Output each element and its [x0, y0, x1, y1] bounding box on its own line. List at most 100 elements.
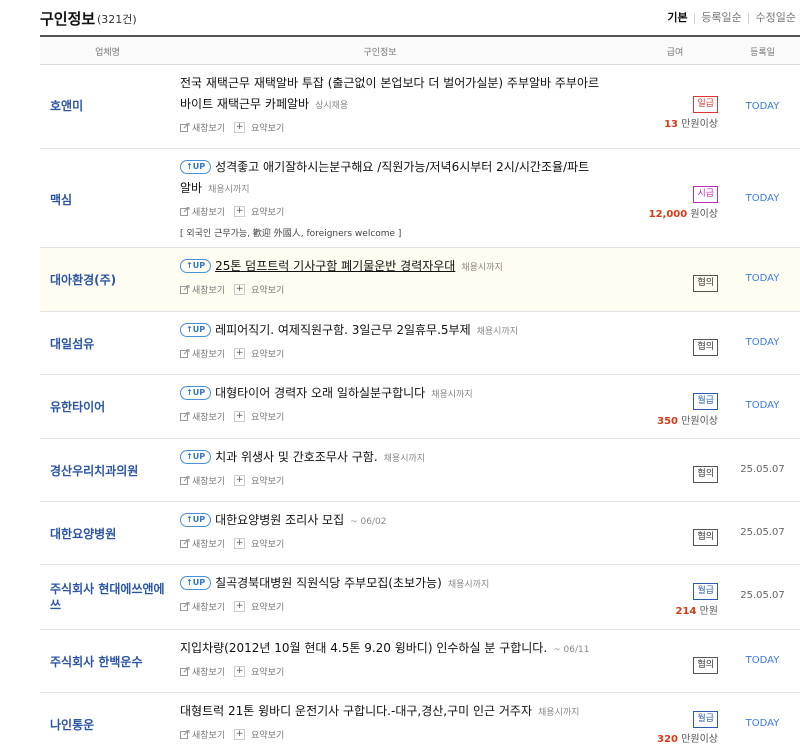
summary-toggle[interactable]: + 요약보기 — [234, 665, 284, 678]
new-window-icon — [180, 539, 190, 548]
job-title[interactable]: 칠곡경북대병원 직원식당 주부모집(초보가능) — [215, 576, 442, 590]
pay-amount-number: 214 — [675, 606, 697, 617]
recruit-period: 채용시까지 — [461, 263, 503, 273]
new-window-label: 새창보기 — [192, 286, 226, 296]
summary-toggle[interactable]: + 요약보기 — [234, 537, 284, 550]
summary-label: 요약보기 — [251, 603, 285, 613]
job-title[interactable]: 대형타이어 경력자 오래 일하실분구합니다 — [215, 386, 425, 400]
pay-unit: 만원이상 — [681, 734, 718, 745]
company-name[interactable]: 주식회사 현대에쓰앤에쓰 — [50, 581, 175, 613]
plus-icon: + — [234, 729, 246, 740]
new-window-link[interactable]: 새창보기 — [180, 728, 225, 741]
summary-toggle[interactable]: + 요약보기 — [234, 205, 284, 218]
new-window-link[interactable]: 새창보기 — [180, 347, 225, 360]
new-window-link[interactable]: 새창보기 — [180, 205, 225, 218]
up-badge[interactable]: ↑ UP — [180, 512, 212, 527]
company-name[interactable]: 경산우리치과의원 — [50, 463, 175, 479]
pay-type-badge: 협의 — [693, 339, 718, 356]
new-window-link[interactable]: 새창보기 — [180, 121, 225, 134]
plus-icon: + — [234, 475, 246, 486]
up-badge[interactable]: ↑ UP — [180, 575, 212, 590]
pay-amount: 214 만원 — [598, 602, 718, 617]
summary-toggle[interactable]: + 요약보기 — [234, 474, 284, 487]
new-window-link[interactable]: 새창보기 — [180, 665, 225, 678]
new-window-label: 새창보기 — [192, 413, 226, 423]
job-info: 지입차량(2012년 10월 현대 4.5톤 9.20 윙바디) 인수하실 분 … — [180, 638, 600, 678]
new-window-link[interactable]: 새창보기 — [180, 537, 225, 550]
company-name[interactable]: 대한요양병원 — [50, 526, 175, 542]
pay-unit: 원이상 — [690, 209, 718, 220]
summary-label: 요약보기 — [251, 668, 285, 678]
summary-toggle[interactable]: + 요약보기 — [234, 121, 284, 134]
summary-toggle[interactable]: + 요약보기 — [234, 410, 284, 423]
job-title-line: ↑ UP 레피어직기. 여제직원구함. 3일근무 2일휴무.5부제 채용시까지 — [180, 320, 600, 343]
up-badge[interactable]: ↑ UP — [180, 322, 212, 337]
pay-unit: 만원이상 — [681, 119, 718, 130]
registered-date: 25.05.07 — [740, 527, 785, 538]
summary-toggle[interactable]: + 요약보기 — [234, 347, 284, 360]
sort-by-registered[interactable]: 등록일순 — [701, 9, 741, 25]
pay-amount: 13 만원이상 — [598, 115, 718, 130]
job-info: ↑ UP 대한요양병원 조리사 모집 ~ 06/02 새창보기 + 요약보기 — [180, 510, 600, 550]
sort-by-modified[interactable]: 수정일순 — [756, 9, 796, 25]
row-actions: 새창보기 + 요약보기 — [180, 283, 600, 296]
pay-type-badge: 월급 — [693, 583, 718, 600]
company-name[interactable]: 맥심 — [50, 192, 175, 208]
recruit-period: 채용시까지 — [431, 390, 473, 400]
new-window-link[interactable]: 새창보기 — [180, 283, 225, 296]
new-window-link[interactable]: 새창보기 — [180, 600, 225, 613]
pay-amount-number: 13 — [664, 119, 678, 130]
job-title[interactable]: 대한요양병원 조리사 모집 — [215, 513, 344, 527]
company-name[interactable]: 호앤미 — [50, 98, 175, 114]
company-name[interactable]: 대아환경(주) — [50, 272, 175, 288]
column-pay: 급여 — [666, 48, 684, 58]
job-title-line: ↑ UP 치과 위생사 및 간호조무사 구함. 채용시까지 — [180, 447, 600, 470]
table-row: 대한요양병원 ↑ UP 대한요양병원 조리사 모집 ~ 06/02 새창보기 + 요약보… — [40, 502, 800, 565]
summary-toggle[interactable]: + 요약보기 — [234, 283, 284, 296]
up-label: UP — [192, 515, 206, 524]
company-name[interactable]: 주식회사 한백운수 — [50, 654, 175, 670]
column-company: 업체명 — [95, 48, 120, 58]
row-actions: 새창보기 + 요약보기 — [180, 347, 600, 360]
registered-date: 25.05.07 — [740, 590, 785, 601]
plus-icon: + — [234, 601, 246, 612]
job-title[interactable]: 지입차량(2012년 10월 현대 4.5톤 9.20 윙바디) 인수하실 분 … — [180, 641, 547, 655]
job-title[interactable]: 치과 위생사 및 간호조무사 구함. — [215, 450, 378, 464]
job-info: ↑ UP 대형타이어 경력자 오래 일하실분구합니다 채용시까지 새창보기 + 요약보기 — [180, 383, 600, 423]
sort-default[interactable]: 기본 — [667, 9, 687, 25]
job-title[interactable]: 전국 재택근무 재택알바 투잡 (출근없이 본업보다 더 벌어가실분) 주부알바… — [180, 76, 599, 111]
summary-label: 요약보기 — [251, 540, 285, 550]
company-name[interactable]: 대일섬유 — [50, 336, 175, 352]
row-actions: 새창보기 + 요약보기 — [180, 600, 600, 613]
up-badge[interactable]: ↑ UP — [180, 258, 212, 273]
up-badge[interactable]: ↑ UP — [180, 449, 212, 464]
job-title[interactable]: 레피어직기. 여제직원구함. 3일근무 2일휴무.5부제 — [215, 323, 471, 337]
pay-info: 시급 12,000 원이상 — [598, 181, 718, 220]
summary-label: 요약보기 — [251, 731, 285, 741]
registered-date: TODAY — [745, 718, 780, 729]
new-window-link[interactable]: 새창보기 — [180, 474, 225, 487]
new-window-icon — [180, 602, 190, 611]
new-window-link[interactable]: 새창보기 — [180, 410, 225, 423]
plus-icon: + — [234, 284, 246, 295]
pay-info: 협의 — [598, 652, 718, 674]
summary-label: 요약보기 — [251, 350, 285, 360]
summary-toggle[interactable]: + 요약보기 — [234, 600, 284, 613]
new-window-label: 새창보기 — [192, 731, 226, 741]
up-label: UP — [192, 162, 206, 171]
company-name[interactable]: 유한타이어 — [50, 399, 175, 415]
job-title[interactable]: 25톤 덤프트럭 기사구함 폐기물운반 경력자우대 — [215, 259, 455, 273]
company-name[interactable]: 나인통운 — [50, 717, 175, 733]
plus-icon: + — [234, 348, 246, 359]
pay-amount-number: 350 — [657, 416, 678, 427]
recruit-period: ~ 06/02 — [350, 517, 387, 527]
up-badge[interactable]: ↑ UP — [180, 385, 212, 400]
pay-type-badge: 협의 — [693, 657, 718, 674]
job-title[interactable]: 대형트럭 21톤 윙바디 운전기사 구합니다.-대구,경산,구미 인근 거주자 — [180, 704, 532, 718]
table-row: 유한타이어 ↑ UP 대형타이어 경력자 오래 일하실분구합니다 채용시까지 새창보기… — [40, 375, 800, 439]
summary-toggle[interactable]: + 요약보기 — [234, 728, 284, 741]
plus-icon: + — [234, 206, 246, 217]
pay-type-badge: 협의 — [693, 275, 718, 292]
job-title-line: ↑ UP 25톤 덤프트럭 기사구함 폐기물운반 경력자우대 채용시까지 — [180, 256, 600, 279]
up-badge[interactable]: ↑ UP — [180, 159, 212, 174]
